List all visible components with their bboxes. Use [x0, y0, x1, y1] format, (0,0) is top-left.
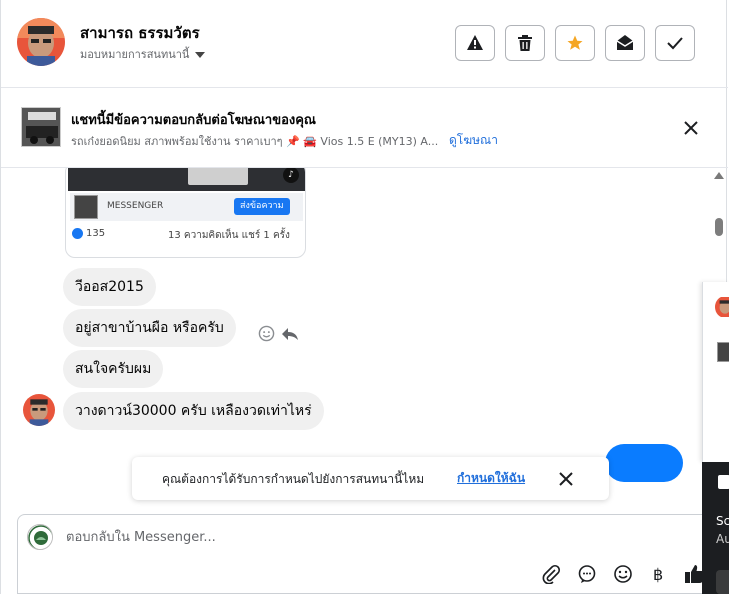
send-message-button[interactable]: ส่งข้อความ [234, 198, 290, 215]
ad-reply-banner: แชทนี้มีข้อความตอบกลับต่อโฆษณาของคุณ รถเ… [1, 88, 728, 168]
scrollbar-thumb[interactable] [715, 218, 723, 236]
page-avatar [27, 524, 53, 550]
emoji-react-icon[interactable] [258, 325, 275, 342]
side-popup-subtitle: Au [716, 532, 729, 546]
ad-thumbnail [21, 107, 61, 147]
incoming-message[interactable]: สนใจครับผม [63, 350, 164, 388]
star-icon [567, 35, 583, 50]
assign-prompt-toast: คุณต้องการได้รับการกำหนดไปยังการสนทนานี้… [132, 457, 609, 500]
header-actions [455, 25, 695, 61]
side-ad-thumbnail [717, 342, 729, 362]
close-toast-button[interactable] [557, 470, 575, 488]
reply-input[interactable] [66, 527, 566, 547]
contact-name[interactable]: สามารถ ธรรมวัตร [80, 21, 200, 45]
like-icon [72, 228, 83, 239]
mark-unread-button[interactable] [605, 25, 645, 61]
side-popup-button[interactable] [716, 570, 729, 594]
emoji-button[interactable] [610, 561, 636, 587]
volume-icon[interactable]: ♪ [283, 168, 299, 183]
reply-composer: ฿ [17, 514, 717, 594]
like-count: 135 [72, 228, 105, 239]
payment-button[interactable]: ฿ [646, 561, 672, 587]
close-icon [684, 121, 698, 135]
side-popup-panel [702, 282, 729, 462]
emoji-icon [614, 565, 632, 583]
contact-avatar[interactable] [17, 18, 65, 66]
post-media: ♪ [68, 168, 305, 191]
assign-prompt-text: คุณต้องการได้รับการกำหนดไปยังการสนทนานี้… [162, 472, 425, 486]
post-thumbnail [74, 195, 98, 219]
assign-to-me-link[interactable]: กำหนดให้ฉัน [457, 469, 525, 488]
like-count-value: 135 [86, 228, 106, 239]
side-popup-title: Sc [716, 514, 729, 528]
post-meta: 13 ความคิดเห็น แชร์ 1 ครั้ง [168, 228, 290, 243]
saved-reply-icon [578, 565, 596, 583]
outgoing-message[interactable] [605, 444, 683, 482]
post-cta-bar: MESSENGER ส่งข้อความ [70, 193, 303, 221]
assign-dropdown[interactable]: มอบหมายการสนทนานี้ [80, 45, 206, 63]
check-icon [667, 37, 683, 50]
side-dark-popup: Sc Au [702, 462, 729, 594]
attach-file-button[interactable] [538, 561, 564, 587]
mark-done-button[interactable] [655, 25, 695, 61]
incoming-message[interactable]: อยู่สาขาบ้านผือ หรือครับ [63, 309, 236, 347]
delete-button[interactable] [505, 25, 545, 61]
side-contact-avatar[interactable] [715, 296, 729, 318]
conversation-panel: สามารถ ธรรมวัตร มอบหมายการสนทนานี้ แชทนี… [0, 0, 728, 594]
baht-icon: ฿ [653, 565, 663, 584]
trash-icon [518, 35, 532, 51]
saved-reply-button[interactable] [574, 561, 600, 587]
svg-text:฿: ฿ [653, 565, 663, 584]
star-button[interactable] [555, 25, 595, 61]
conversation-header: สามารถ ธรรมวัตร มอบหมายการสนทนานี้ [1, 0, 728, 88]
paperclip-icon [542, 564, 561, 584]
shared-post-card[interactable]: ♪ MESSENGER ส่งข้อความ 135 13 ความคิดเห็… [65, 168, 306, 258]
report-spam-button[interactable] [455, 25, 495, 61]
close-ad-banner-button[interactable] [681, 118, 701, 138]
sender-avatar [23, 394, 55, 426]
scroll-up-arrow-icon[interactable] [714, 172, 724, 179]
comment-count: 13 ความคิดเห็น [168, 230, 239, 241]
caret-down-icon [195, 51, 206, 58]
ad-banner-title: แชทนี้มีข้อความตอบกลับต่อโฆษณาของคุณ [71, 113, 316, 128]
view-ad-link[interactable]: ดูโฆษณา [449, 131, 498, 150]
warning-icon [467, 35, 483, 50]
composer-tools: ฿ [538, 561, 708, 587]
reply-icon[interactable] [281, 326, 299, 342]
ad-banner-subtitle: รถเก๋งยอดนิยม สภาพพร้อมใช้งาน ราคาเบาๆ 📌… [71, 135, 439, 148]
assign-label: มอบหมายการสนทนานี้ [80, 48, 190, 61]
envelope-open-icon [616, 35, 634, 50]
incoming-message[interactable]: วีออส2015 [63, 268, 156, 306]
document-icon [718, 475, 729, 489]
message-hover-actions [258, 325, 299, 342]
close-icon [559, 472, 573, 486]
messenger-label: MESSENGER [107, 201, 164, 211]
share-count: แชร์ 1 ครั้ง [241, 230, 290, 241]
incoming-message[interactable]: วางดาวน์30000 ครับ เหลืองวดเท่าไหร่ [63, 392, 324, 430]
